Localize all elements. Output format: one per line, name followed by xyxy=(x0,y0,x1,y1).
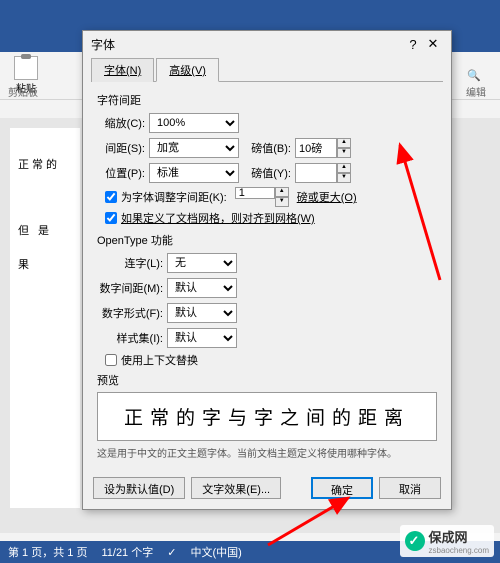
text-effects-button[interactable]: 文字效果(E)... xyxy=(191,477,281,499)
ok-button[interactable]: 确定 xyxy=(311,477,373,499)
pound-b-label: 磅值(B): xyxy=(251,140,295,156)
dialog-tabs: 字体(N) 高级(V) xyxy=(91,57,443,82)
dialog-help-icon[interactable]: ? xyxy=(403,37,423,52)
status-page[interactable]: 第 1 页，共 1 页 xyxy=(8,544,87,560)
preview-hint: 这是用于中文的正文主题字体。当前文档主题定义将使用哪种字体。 xyxy=(97,445,437,460)
dialog-titlebar: 字体 ? ✕ xyxy=(83,31,451,57)
pound-b-input[interactable] xyxy=(295,138,337,158)
preview-box: 正常的字与字之间的距离 xyxy=(97,392,437,441)
spin-up-icon[interactable]: ▲ xyxy=(337,163,351,173)
doc-text-2: 但 是 xyxy=(18,222,72,238)
grid-label: 如果定义了文档网格，则对齐到网格(W) xyxy=(121,210,315,226)
cancel-button[interactable]: 取消 xyxy=(379,477,441,499)
dialog-title: 字体 xyxy=(91,36,403,53)
spin-down-icon[interactable]: ▼ xyxy=(337,148,351,158)
grid-checkbox[interactable] xyxy=(105,212,117,224)
scale-label: 缩放(C): xyxy=(97,115,149,131)
numform-label: 数字形式(F): xyxy=(97,305,167,321)
numspace-select[interactable]: 默认 xyxy=(167,278,237,298)
clipboard-label: 剪贴板 xyxy=(8,84,38,99)
tab-font[interactable]: 字体(N) xyxy=(91,58,154,82)
watermark: 保成网 zsbaocheng.com xyxy=(400,525,494,557)
char-spacing-section: 字符间距 xyxy=(97,92,437,108)
doc-text-1: 正常的 xyxy=(18,156,72,172)
ligature-select[interactable]: 无 xyxy=(167,253,237,273)
spin-down-icon[interactable]: ▼ xyxy=(337,173,351,183)
document-page[interactable]: 正常的 但 是 果 xyxy=(10,128,80,508)
watermark-logo-icon xyxy=(405,531,425,551)
styleset-select[interactable]: 默认 xyxy=(167,328,237,348)
paste-icon[interactable] xyxy=(14,56,38,80)
preview-section: 预览 xyxy=(97,372,437,388)
status-proof-icon[interactable]: ✓ xyxy=(167,546,176,559)
edit-group: 🔍 编辑 xyxy=(454,52,494,99)
numspace-label: 数字间距(M): xyxy=(97,280,167,296)
styleset-label: 样式集(I): xyxy=(97,330,167,346)
numform-select[interactable]: 默认 xyxy=(167,303,237,323)
spin-up-icon[interactable]: ▲ xyxy=(337,138,351,148)
find-icon[interactable]: 🔍 xyxy=(467,69,481,82)
pound-y-label: 磅值(Y): xyxy=(251,165,295,181)
status-words[interactable]: 11/21 个字 xyxy=(101,544,153,560)
context-checkbox[interactable] xyxy=(105,354,117,366)
spacing-label: 间距(S): xyxy=(97,140,149,156)
kern-checkbox[interactable] xyxy=(105,191,117,203)
edit-label: 编辑 xyxy=(466,84,486,99)
position-label: 位置(P): xyxy=(97,165,149,181)
clipboard-group: 粘贴 剪贴板 xyxy=(6,52,46,99)
position-select[interactable]: 标准 xyxy=(149,163,239,183)
tab-advanced[interactable]: 高级(V) xyxy=(156,58,219,82)
context-label: 使用上下文替换 xyxy=(121,352,198,368)
dialog-close-icon[interactable]: ✕ xyxy=(423,36,443,52)
status-lang[interactable]: 中文(中国) xyxy=(190,544,241,560)
kern-label: 为字体调整字间距(K): xyxy=(121,189,227,205)
spin-up-icon[interactable]: ▲ xyxy=(275,187,289,197)
doc-text-3: 果 xyxy=(18,256,72,272)
scale-select[interactable]: 100% xyxy=(149,113,239,133)
spacing-select[interactable]: 加宽 xyxy=(149,138,239,158)
kern-above-label: 磅或更大(O) xyxy=(297,189,357,205)
watermark-domain: zsbaocheng.com xyxy=(429,546,489,555)
spin-down-icon[interactable]: ▼ xyxy=(275,197,289,207)
pound-y-input[interactable] xyxy=(295,163,337,183)
kern-input[interactable] xyxy=(235,187,275,199)
set-default-button[interactable]: 设为默认值(D) xyxy=(93,477,185,499)
font-dialog: 字体 ? ✕ 字体(N) 高级(V) 字符间距 缩放(C): 100% 间距(S… xyxy=(82,30,452,510)
ligature-label: 连字(L): xyxy=(97,255,167,271)
watermark-brand: 保成网 xyxy=(429,527,489,546)
opentype-section: OpenType 功能 xyxy=(97,232,437,248)
